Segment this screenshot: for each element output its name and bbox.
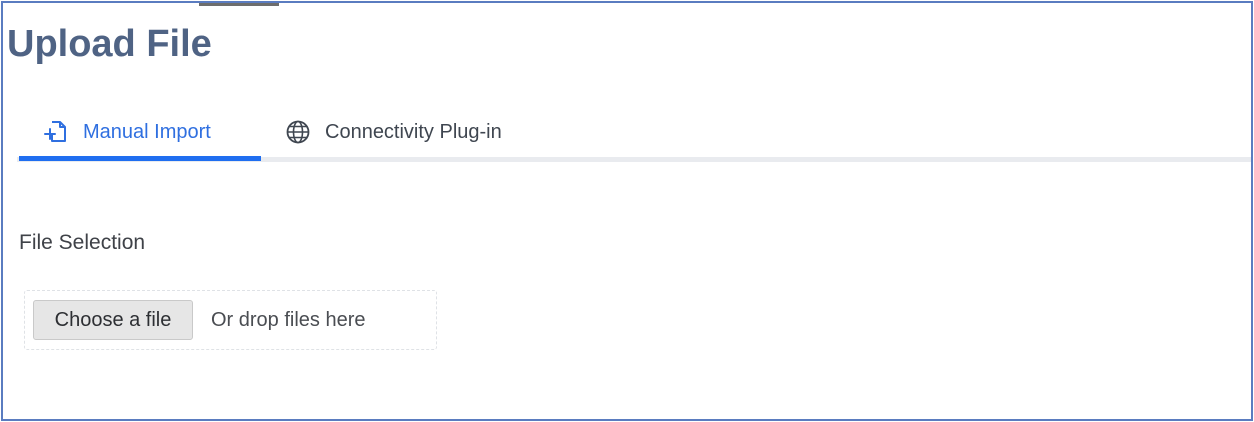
- drop-files-hint: Or drop files here: [211, 308, 366, 331]
- tab-connectivity-plugin-label: Connectivity Plug-in: [325, 120, 502, 143]
- file-dropzone[interactable]: Choose a file Or drop files here: [24, 290, 437, 350]
- tab-manual-import[interactable]: Manual Import: [19, 109, 261, 161]
- active-tab-indicator: [19, 156, 261, 161]
- upload-file-panel: Upload File Manual Import Connectivity P…: [1, 1, 1253, 421]
- file-selection-label: File Selection: [19, 231, 146, 254]
- globe-icon: [285, 119, 311, 145]
- choose-file-button[interactable]: Choose a file: [33, 300, 193, 340]
- tab-bar: Manual Import Connectivity Plug-in: [17, 109, 1251, 163]
- page-title: Upload File: [7, 23, 212, 65]
- file-import-icon: [43, 119, 69, 145]
- tab-connectivity-plugin[interactable]: Connectivity Plug-in: [285, 109, 502, 155]
- tab-manual-import-label: Manual Import: [83, 120, 211, 143]
- top-notch-divider: [199, 3, 279, 6]
